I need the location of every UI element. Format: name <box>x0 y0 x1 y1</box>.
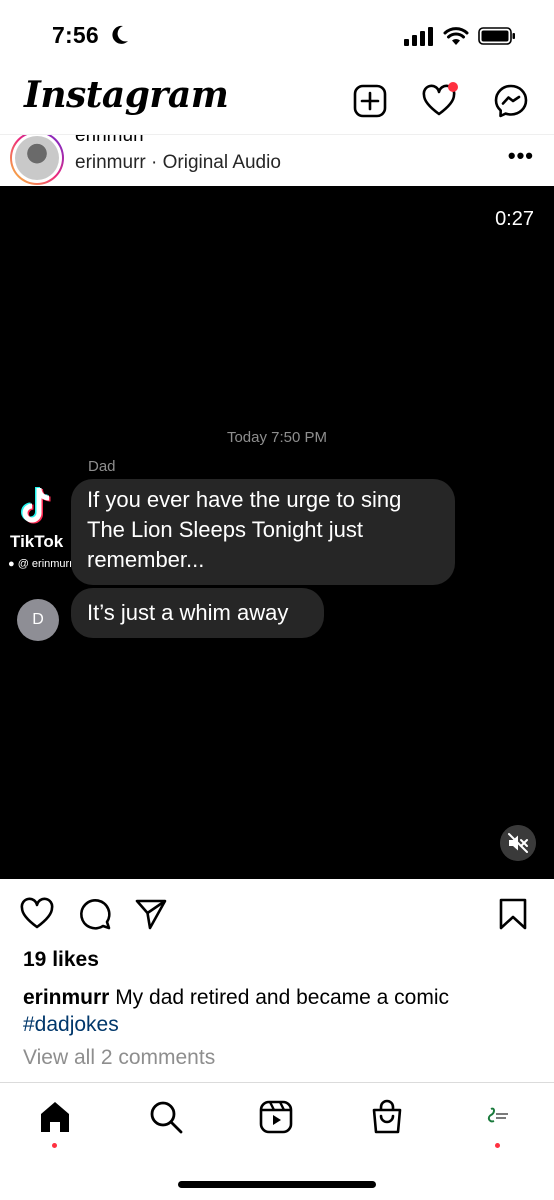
caption-username[interactable]: erinmurr <box>23 986 109 1009</box>
message-sender: Dad <box>88 458 116 475</box>
home-indicator <box>178 1181 376 1188</box>
tiktok-brand: TikTok <box>10 532 64 551</box>
notification-dot <box>448 82 458 92</box>
like-heart-icon[interactable] <box>20 897 54 931</box>
tiktok-icon <box>21 486 51 524</box>
status-bar: 7:56 <box>0 0 554 70</box>
post-audio-label[interactable]: erinmurr · Original Audio <box>75 152 281 174</box>
view-comments-link[interactable]: View all 2 comments <box>23 1046 215 1070</box>
battery-icon <box>478 27 515 45</box>
moon-icon <box>112 25 128 44</box>
tiktok-handle: ● @ erinmurr <box>8 558 73 570</box>
share-icon[interactable] <box>134 897 168 931</box>
post-header: erinmurr erinmurr · Original Audio ••• <box>0 134 554 186</box>
messenger-icon[interactable] <box>494 84 528 118</box>
profile-avatar[interactable] <box>480 1099 516 1135</box>
caption-text: My dad retired and became a comic <box>109 986 450 1009</box>
more-options-button[interactable]: ••• <box>508 143 534 169</box>
search-icon[interactable] <box>148 1099 184 1135</box>
likes-count[interactable]: 19 likes <box>23 948 99 972</box>
mute-icon[interactable] <box>500 825 536 861</box>
wifi-icon <box>443 27 469 45</box>
signal-icon <box>404 27 433 46</box>
status-icons <box>404 26 516 46</box>
instagram-logo[interactable]: Instagram <box>24 74 229 116</box>
post-username[interactable]: erinmurr <box>75 135 146 147</box>
message-bubble: If you ever have the urge to sing The Li… <box>71 479 455 585</box>
caption-hashtag[interactable]: #dadjokes <box>23 1013 119 1036</box>
reels-icon[interactable] <box>258 1099 294 1135</box>
home-activity-dot <box>52 1143 57 1148</box>
post-caption: erinmurr My dad retired and became a com… <box>23 984 533 1038</box>
comment-icon[interactable] <box>78 897 112 931</box>
video-timer: 0:27 <box>495 208 534 230</box>
sender-avatar: D <box>17 599 59 641</box>
message-bubble: It’s just a whim away <box>71 588 324 638</box>
status-time: 7:56 <box>52 22 99 48</box>
profile-activity-dot <box>495 1143 500 1148</box>
app-header: Instagram <box>0 70 554 134</box>
post-actions <box>0 879 554 949</box>
home-icon[interactable] <box>37 1099 73 1135</box>
shop-icon[interactable] <box>369 1099 405 1135</box>
post-video[interactable]: 0:27 Today 7:50 PM Dad TikTok ● @ erinmu… <box>0 186 554 879</box>
author-avatar[interactable] <box>10 135 64 185</box>
message-timestamp: Today 7:50 PM <box>226 429 328 446</box>
bookmark-icon[interactable] <box>496 897 530 931</box>
create-icon[interactable] <box>353 84 387 118</box>
